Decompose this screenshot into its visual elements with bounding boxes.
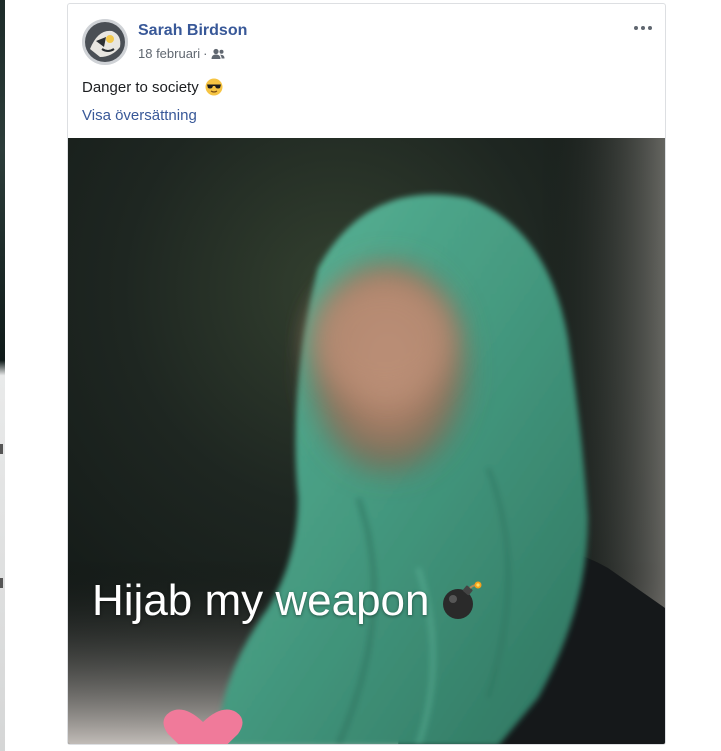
author-avatar[interactable] xyxy=(82,19,128,65)
bomb-emoji-icon xyxy=(442,581,481,619)
background-screen-edge xyxy=(0,0,5,751)
dot xyxy=(648,26,652,30)
heart-icon[interactable] xyxy=(162,708,244,745)
background-edge-mark xyxy=(0,578,3,588)
photo-overlay-text: Hijab my weapon xyxy=(92,576,482,626)
translate-link[interactable]: Visa översättning xyxy=(82,107,197,124)
post-text: Danger to society xyxy=(82,78,223,96)
overlay-caption: Hijab my weapon xyxy=(92,576,430,625)
background-edge-mark xyxy=(0,444,3,454)
more-options-icon[interactable] xyxy=(631,18,655,38)
dot xyxy=(634,26,638,30)
author-name[interactable]: Sarah Birdson xyxy=(138,22,247,40)
sunglasses-emoji-icon xyxy=(205,78,223,96)
photo-image xyxy=(68,138,665,744)
post-meta: 18 februari · xyxy=(138,46,225,61)
post-text-content: Danger to society xyxy=(82,78,199,96)
friends-icon[interactable] xyxy=(211,48,225,60)
dot xyxy=(641,26,645,30)
post-date[interactable]: 18 februari xyxy=(138,46,200,61)
post-photo[interactable]: Hijab my weapon xyxy=(68,138,665,745)
meta-separator: · xyxy=(203,46,208,61)
post-card: Sarah Birdson 18 februari · Danger to so… xyxy=(67,3,666,745)
